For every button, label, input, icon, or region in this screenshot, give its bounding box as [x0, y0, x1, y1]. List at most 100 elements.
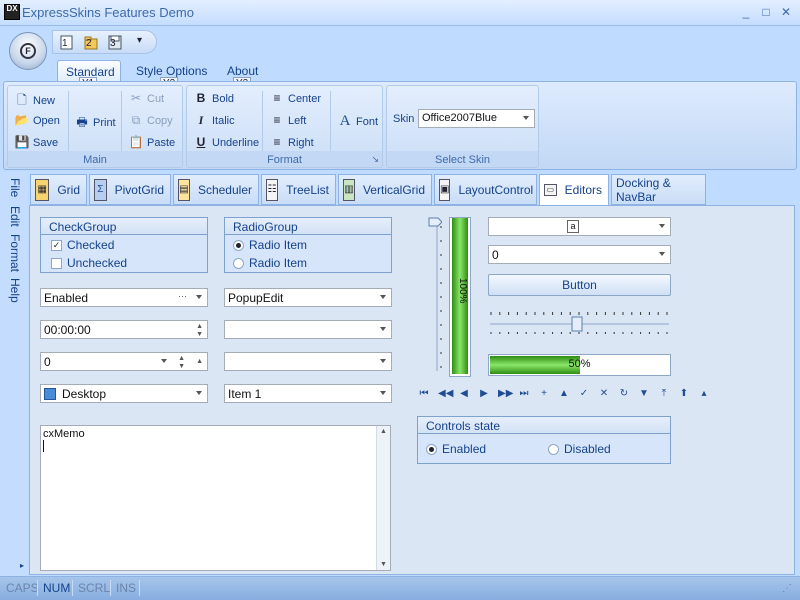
state-disabled-radio[interactable]: Disabled — [548, 442, 611, 456]
new-button[interactable]: 🗋 New — [14, 91, 55, 112]
tab-pivotgrid[interactable]: Σ PivotGrid — [89, 174, 171, 205]
navigator-button-9-icon[interactable]: ✕ — [598, 388, 610, 402]
open-button[interactable]: 📂 Open — [14, 113, 60, 127]
increment-arrow-icon[interactable]: ▲ — [196, 358, 203, 365]
side-tab-help[interactable]: Help — [6, 278, 22, 303]
navigator-button-7-icon[interactable]: ▲ — [558, 388, 570, 402]
tab-grid[interactable]: ▦ Grid — [30, 174, 87, 205]
italic-button[interactable]: I Italic — [193, 113, 235, 128]
chevron-down-icon[interactable] — [380, 327, 386, 331]
align-center-button[interactable]: ≡ Center — [269, 91, 321, 105]
chevron-down-icon[interactable] — [161, 359, 167, 363]
navigator-button-0-icon[interactable]: ⏮ — [418, 388, 430, 402]
chevron-down-icon[interactable] — [659, 224, 665, 228]
spin-combo-edit[interactable]: 0 ▲ ▼ ▲ — [40, 352, 208, 371]
side-tab-format[interactable]: Format — [6, 234, 22, 272]
ellipsis-icon[interactable]: ··· — [178, 291, 187, 301]
align-right-button[interactable]: ≡ Right — [269, 135, 313, 149]
qat-customize-button[interactable]: ▾ — [137, 35, 142, 46]
navigator-button-12-icon[interactable]: ⤒ — [658, 388, 670, 402]
tab-docking-navbar[interactable]: Docking & NavBar — [611, 174, 706, 205]
number-combo[interactable]: 0 — [488, 245, 671, 264]
item-combo[interactable]: Item 1 — [224, 384, 392, 403]
button-edit[interactable]: Enabled ··· — [40, 288, 208, 307]
navigator-button-4-icon[interactable]: ▶▶ — [498, 388, 513, 402]
maximize-button[interactable]: □ — [757, 4, 775, 20]
chevron-down-icon[interactable] — [659, 252, 665, 256]
paste-button[interactable]: 📋 Paste — [128, 135, 176, 149]
print-button[interactable]: 🖶 Print — [74, 113, 115, 134]
navigator-button-5-icon[interactable]: ⏭ — [518, 388, 530, 402]
popup-edit[interactable]: PopupEdit — [224, 288, 392, 307]
memo-scrollbar[interactable]: ▲ ▼ — [376, 426, 390, 570]
tab-scheduler[interactable]: ▤ Scheduler — [173, 174, 259, 205]
tab-verticalgrid[interactable]: ▥ VerticalGrid — [338, 174, 432, 205]
check-item-unchecked[interactable]: Unchecked — [51, 256, 127, 270]
separator — [37, 580, 38, 596]
spin-up-icon[interactable]: ▲ — [178, 355, 185, 362]
tab-treelist[interactable]: ☷ TreeList — [261, 174, 336, 205]
navigator-button-10-icon[interactable]: ↻ — [618, 388, 630, 402]
navigator-button-11-icon[interactable]: ▼ — [638, 388, 650, 402]
tab-layoutcontrol-label: LayoutControl — [458, 182, 534, 197]
bold-button[interactable]: B Bold — [193, 91, 234, 105]
close-button[interactable]: ✕ — [777, 4, 795, 20]
radio-item-label: Radio Item — [249, 256, 308, 270]
skin-combo[interactable]: Office2007Blue — [418, 109, 535, 128]
format-dialog-launcher[interactable]: ↘ — [371, 154, 379, 165]
minimize-button[interactable]: _ — [737, 4, 755, 20]
scroll-up-icon[interactable]: ▲ — [380, 428, 387, 435]
chevron-down-icon[interactable] — [380, 391, 386, 395]
qat-page2-label: 2 — [86, 38, 92, 49]
chevron-down-icon[interactable] — [196, 295, 202, 299]
trackbar-thumb-icon[interactable] — [428, 217, 442, 227]
spin-down-icon[interactable]: ▼ — [178, 363, 185, 370]
time-edit[interactable]: 00:00:00 ▲ ▼ — [40, 320, 208, 339]
chevron-down-icon[interactable] — [380, 359, 386, 363]
memo-field[interactable]: cxMemo ▲ ▼ — [40, 425, 391, 571]
trackbar-thumb-icon[interactable] — [571, 316, 583, 332]
spin-up-icon[interactable]: ▲ — [196, 323, 203, 330]
date-edit[interactable]: / / : : — [224, 352, 392, 371]
chevron-down-icon[interactable] — [380, 295, 386, 299]
chevron-down-icon[interactable] — [196, 391, 202, 395]
navigator-button-8-icon[interactable]: ✓ — [578, 388, 590, 402]
font-button[interactable]: A Font — [337, 113, 378, 130]
navigator-button-3-icon[interactable]: ▶ — [478, 388, 490, 402]
paste-label: Paste — [147, 137, 176, 149]
application-button[interactable]: F — [9, 32, 47, 70]
size-grip-icon[interactable]: ⋰ — [782, 583, 792, 594]
qat-page1-button[interactable]: 1 — [59, 35, 75, 51]
tab-layoutcontrol[interactable]: ▣ LayoutControl — [434, 174, 537, 205]
side-tab-edit[interactable]: Edit — [6, 206, 22, 227]
qat-page3-button[interactable]: 3 — [107, 35, 123, 51]
navigator-button-2-icon[interactable]: ◀ — [458, 388, 470, 402]
navigator-button-6-icon[interactable]: + — [538, 388, 550, 402]
radio-item-1[interactable]: Radio Item — [233, 238, 307, 252]
side-tab-file[interactable]: File — [6, 178, 22, 197]
shell-combo[interactable]: Desktop — [40, 384, 208, 403]
align-left-button[interactable]: ≡ Left — [269, 113, 306, 127]
save-button[interactable]: 💾 Save — [14, 135, 59, 149]
navigator-button-1-icon[interactable]: ◀◀ — [438, 388, 453, 402]
qat-page3-label: 3 — [110, 38, 116, 49]
side-scroll-arrow-icon[interactable]: ▸ — [20, 561, 24, 570]
demo-button[interactable]: Button — [488, 274, 671, 296]
state-enabled-radio[interactable]: Enabled — [426, 442, 486, 456]
horizontal-trackbar[interactable] — [488, 306, 671, 334]
tab-editors[interactable]: ▭ Editors — [539, 174, 609, 206]
spin-down-icon[interactable]: ▼ — [196, 331, 203, 338]
underline-icon: U — [196, 135, 206, 149]
image-combo[interactable]: a — [488, 217, 671, 236]
blank-combo[interactable] — [224, 320, 392, 339]
navigator-button-13-icon[interactable]: ⬆ — [678, 388, 690, 402]
check-item-checked[interactable]: ✓ Checked — [51, 238, 114, 252]
navigator-button-14-icon[interactable]: ▴ — [698, 388, 710, 402]
copy-button[interactable]: ⧉ Copy — [128, 113, 173, 128]
scroll-down-icon[interactable]: ▼ — [380, 561, 387, 568]
radio-item-2[interactable]: Radio Item — [233, 256, 307, 270]
vertical-trackbar[interactable] — [428, 217, 442, 377]
qat-page2-button[interactable]: 2 — [83, 35, 99, 51]
cut-button[interactable]: ✂ Cut — [128, 91, 164, 105]
underline-button[interactable]: U Underline — [193, 135, 259, 149]
